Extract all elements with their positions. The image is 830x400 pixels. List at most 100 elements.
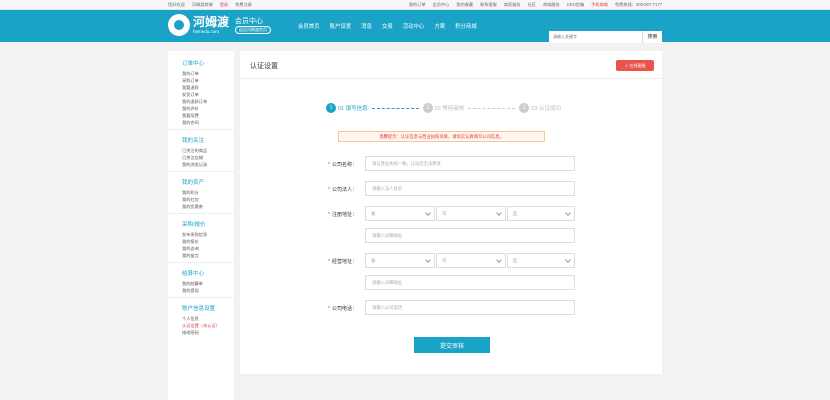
- sidebar-title: 账户信息设置: [168, 297, 234, 315]
- reg-address-label: * 注册地址：: [328, 212, 357, 218]
- flower-logo-icon: [168, 14, 190, 36]
- legal-person-input[interactable]: 请输入法人姓名: [365, 181, 575, 196]
- nav-member-home[interactable]: 会员首页: [298, 22, 320, 30]
- hotline-text: 免费热线：400-807-7177: [614, 2, 662, 7]
- register-link[interactable]: 免费注册: [235, 2, 252, 8]
- sidebar-item[interactable]: 我的结算单: [168, 280, 234, 287]
- company-name-label: * 公司名称：: [328, 162, 357, 168]
- step-label: 01 填写信息: [338, 106, 368, 112]
- sidebar-item[interactable]: 已关注的商品: [168, 147, 234, 154]
- step-number: 3: [519, 103, 530, 113]
- top-link-merchant[interactable]: 商家服务: [504, 2, 521, 8]
- top-link-mall-service[interactable]: 商城服务: [543, 2, 560, 8]
- sidebar-item-certification[interactable]: 认证设置（未认证）: [168, 322, 234, 329]
- sidebar-title: 我的资产: [168, 171, 234, 189]
- biz-address-label: * 经营地址：: [328, 259, 357, 265]
- sidebar-item[interactable]: 我的报价: [168, 238, 234, 245]
- brand-domain: hemedu.com: [193, 28, 220, 34]
- sidebar-group-settlement: 结算中心 我的结算单 我的提现: [168, 262, 234, 297]
- brand-name: 河姆渡: [193, 14, 230, 29]
- login-link[interactable]: 登录: [220, 2, 228, 8]
- online-service-button[interactable]: ☺ 在线客服: [616, 60, 654, 71]
- sidebar-item[interactable]: 我的红包: [168, 196, 234, 203]
- nav-trade[interactable]: 交易: [382, 22, 393, 30]
- main-header: 认证设置 ☺ 在线客服: [240, 51, 662, 79]
- biz-district-select[interactable]: 区: [507, 253, 575, 268]
- step-connector: [371, 107, 419, 109]
- chevron-down-icon: [496, 210, 502, 216]
- member-center-title: 会员中心: [235, 17, 264, 25]
- sidebar-item[interactable]: 个人信息: [168, 315, 234, 322]
- logo[interactable]: 河姆渡 hemedu.com 会员中心 返回河姆渡首页: [168, 14, 272, 36]
- nav-points-mall[interactable]: 积分商城: [455, 22, 477, 30]
- nav-activity[interactable]: 活动中心: [403, 22, 425, 30]
- chevron-down-icon: [425, 210, 431, 216]
- chevron-down-icon: [425, 257, 431, 263]
- top-link-mobile[interactable]: 手机商城: [591, 2, 608, 8]
- phone-input[interactable]: 请输入公司电话: [365, 300, 575, 315]
- online-service-label: 在线客服: [629, 62, 646, 68]
- sidebar-title: 采购/报价: [168, 213, 234, 231]
- sidebar-item[interactable]: 我的评价: [168, 105, 234, 112]
- phone-label: * 公司电话：: [328, 306, 357, 312]
- header: 河姆渡 hemedu.com 会员中心 返回河姆渡首页 会员首页 账户设置 消息…: [0, 10, 830, 43]
- top-link-ceo[interactable]: CEO信箱: [567, 2, 584, 8]
- back-home-link[interactable]: 返回河姆渡首页: [235, 25, 272, 34]
- top-link-community[interactable]: 社区: [528, 2, 536, 8]
- sidebar-item[interactable]: 我的订单: [168, 70, 234, 77]
- sidebar-item[interactable]: 我的咨询: [168, 245, 234, 252]
- sidebar-group-assets: 我的资产 我的积分 我的红包 我的优惠券: [168, 171, 234, 213]
- sidebar-item[interactable]: 采购订单: [168, 77, 234, 84]
- sidebar-item[interactable]: 我的浏览记录: [168, 161, 234, 168]
- sidebar-group-orders: 订单中心 我的订单 采购订单 我要退款 发货订单 我的退款订单 我的评价 我要续…: [168, 51, 234, 129]
- step-label: 03 认证成功: [531, 106, 561, 112]
- submit-review-button[interactable]: 提交审核: [414, 337, 490, 353]
- sidebar-item[interactable]: 我的优惠券: [168, 203, 234, 210]
- reg-district-select[interactable]: 区: [507, 206, 575, 221]
- biz-address-detail-input[interactable]: 请输入详细地址: [365, 275, 575, 290]
- step-1: 1 01 填写信息: [326, 103, 368, 113]
- search-button[interactable]: 搜索: [642, 31, 662, 43]
- sidebar-item[interactable]: 我的退款订单: [168, 98, 234, 105]
- sidebar-item[interactable]: 已关注店铺: [168, 154, 234, 161]
- welcome-text: 您好欢迎: [168, 2, 185, 7]
- sidebar-item[interactable]: 我的提现: [168, 287, 234, 294]
- step-label: 02 等待审核: [434, 106, 465, 112]
- nav-solutions[interactable]: 方案: [434, 22, 445, 30]
- reg-address-detail-input[interactable]: 请输入详细地址: [365, 228, 575, 243]
- sidebar-group-purchase: 采购/报价 发布采购信息 我的报价 我的咨询 我的留言: [168, 213, 234, 262]
- company-name-input[interactable]: 请与营业执照一致，认证后无法更改: [365, 156, 575, 171]
- nav-account-settings[interactable]: 账户设置: [330, 22, 352, 30]
- mall-link[interactable]: 河姆渡商城: [192, 2, 213, 8]
- sidebar-item[interactable]: 我要退款: [168, 84, 234, 91]
- top-link-member[interactable]: 会员中心: [433, 2, 450, 8]
- step-number: 1: [326, 103, 336, 113]
- biz-province-select[interactable]: 省: [365, 253, 435, 268]
- biz-city-select[interactable]: 市: [436, 253, 506, 268]
- reg-city-select[interactable]: 市: [436, 206, 506, 221]
- chevron-down-icon: [496, 257, 502, 263]
- sidebar-title: 我的关注: [168, 129, 234, 147]
- sidebar-title: 订单中心: [182, 61, 205, 67]
- sidebar-item[interactable]: 修改密码: [168, 329, 234, 336]
- chevron-down-icon: [565, 210, 571, 216]
- search-input[interactable]: [549, 31, 642, 43]
- sidebar-group-account: 账户信息设置 个人信息 认证设置（未认证） 修改密码: [168, 297, 234, 339]
- sidebar-item[interactable]: 我的合同: [168, 119, 234, 126]
- top-link-favorites[interactable]: 我的收藏: [456, 2, 473, 8]
- top-link-service[interactable]: 联系客服: [480, 2, 497, 8]
- sidebar-item[interactable]: 我的积分: [168, 189, 234, 196]
- sidebar-item[interactable]: 我的留言: [168, 252, 234, 259]
- sidebar-group-follow: 我的关注 已关注的商品 已关注店铺 我的浏览记录: [168, 129, 234, 171]
- sidebar-item[interactable]: 发货订单: [168, 91, 234, 98]
- reg-province-select[interactable]: 省: [365, 206, 435, 221]
- sidebar-item[interactable]: 我要续费: [168, 112, 234, 119]
- chevron-down-icon: [565, 257, 571, 263]
- nav-messages[interactable]: 消息: [361, 22, 372, 30]
- sidebar: 订单中心 我的订单 采购订单 我要退款 发货订单 我的退款订单 我的评价 我要续…: [168, 51, 234, 400]
- sidebar-item[interactable]: 发布采购信息: [168, 231, 234, 238]
- top-link-orders[interactable]: 我的订单: [409, 2, 426, 8]
- step-connector: [468, 107, 516, 109]
- step-3: 3 03 认证成功: [519, 103, 561, 113]
- step-2: 2 02 等待审核: [422, 103, 465, 113]
